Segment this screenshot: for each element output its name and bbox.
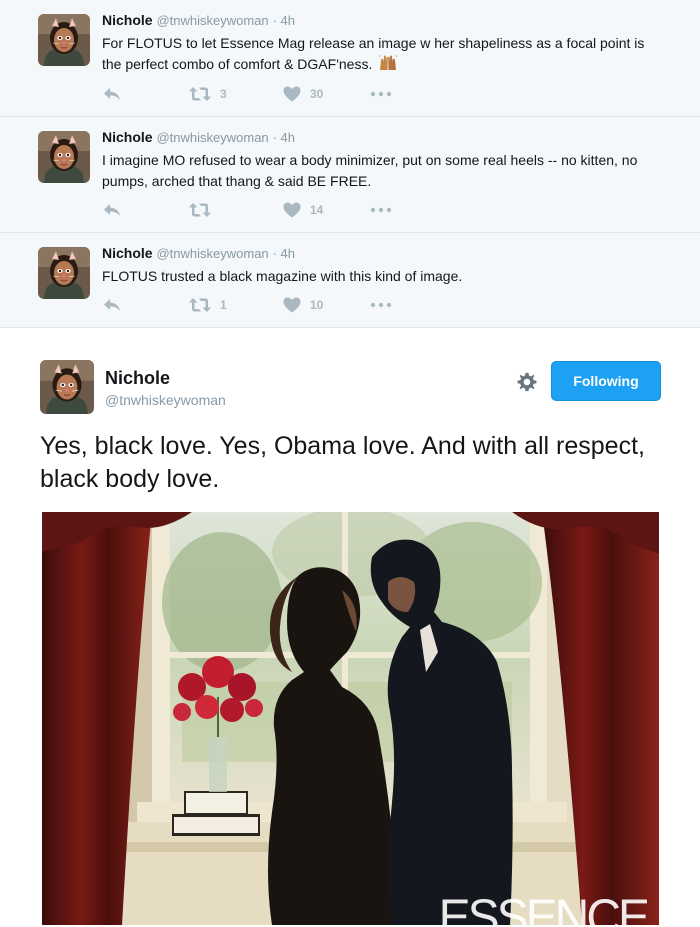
author-handle[interactable]: @tnwhiskeywoman (156, 130, 268, 145)
essence-watermark: ESSENCE (439, 889, 649, 925)
retweet-button[interactable]: 3 (188, 84, 227, 104)
author-handle[interactable]: @tnwhiskeywoman (156, 246, 268, 261)
like-count: 14 (310, 203, 324, 217)
more-icon (370, 90, 392, 98)
main-tweet: Nichole @tnwhiskeywoman Following Yes, b… (0, 328, 700, 927)
heart-icon (282, 295, 302, 315)
author-handle[interactable]: @tnwhiskeywoman (105, 392, 226, 408)
reply-icon (102, 84, 122, 104)
tweet-text-content: For FLOTUS to let Essence Mag release an… (102, 35, 645, 72)
heart-icon (282, 200, 302, 220)
more-icon (370, 206, 392, 214)
reply-tweet[interactable]: Nichole @tnwhiskeywoman · 4h FLOTUS trus… (0, 233, 700, 328)
retweet-icon (188, 84, 212, 104)
tweet-text: For FLOTUS to let Essence Mag release an… (102, 33, 662, 75)
like-button[interactable]: 14 (282, 200, 323, 220)
author-name[interactable]: Nichole (102, 245, 153, 261)
tweet-timestamp[interactable]: · 4h (273, 130, 295, 145)
like-count: 30 (310, 87, 324, 101)
author-name[interactable]: Nichole (102, 12, 153, 28)
tweet-text: I imagine MO refused to wear a body mini… (102, 152, 638, 189)
retweet-icon (188, 295, 212, 315)
retweet-count: 3 (220, 87, 227, 101)
reply-tweet[interactable]: Nichole @tnwhiskeywoman · 4h For FLOTUS … (0, 0, 700, 117)
reply-icon (102, 295, 122, 315)
heart-icon (282, 84, 302, 104)
like-count: 10 (310, 298, 324, 312)
gear-icon[interactable] (516, 371, 538, 393)
tweet-actions: 3 30 (102, 84, 402, 104)
retweet-button[interactable]: 1 (188, 295, 227, 315)
avatar[interactable] (38, 131, 90, 183)
more-icon (370, 301, 392, 309)
author-name[interactable]: Nichole (105, 368, 170, 389)
tweet-photo[interactable]: ESSENCE (42, 512, 659, 925)
reply-icon (102, 200, 122, 220)
following-button[interactable]: Following (551, 361, 661, 401)
tweet-actions: 14 (102, 200, 402, 220)
tweet-timestamp[interactable]: · 4h (273, 246, 295, 261)
photo-artwork: ESSENCE (42, 512, 659, 925)
more-button[interactable] (370, 295, 392, 315)
raised-hands-emoji (378, 54, 398, 70)
tweet-timestamp[interactable]: · 4h (273, 13, 295, 28)
more-button[interactable] (370, 84, 392, 104)
like-button[interactable]: 30 (282, 84, 323, 104)
tweet-header: Nichole @tnwhiskeywoman · 4h (102, 245, 295, 261)
tweet-actions: 1 10 (102, 295, 402, 315)
reply-button[interactable] (102, 200, 122, 220)
reply-tweet[interactable]: Nichole @tnwhiskeywoman · 4h I imagine M… (0, 117, 700, 233)
retweet-count: 1 (220, 298, 227, 312)
retweet-button[interactable] (188, 200, 220, 220)
avatar[interactable] (40, 360, 94, 414)
more-button[interactable] (370, 200, 392, 220)
retweet-icon (188, 200, 212, 220)
reply-button[interactable] (102, 295, 122, 315)
reply-button[interactable] (102, 84, 122, 104)
avatar[interactable] (38, 247, 90, 299)
tweet-text: Yes, black love. Yes, Obama love. And wi… (40, 432, 645, 493)
author-name[interactable]: Nichole (102, 129, 153, 145)
tweet-text: FLOTUS trusted a black magazine with thi… (102, 268, 463, 284)
tweet-header: Nichole @tnwhiskeywoman · 4h (102, 12, 295, 28)
avatar[interactable] (38, 14, 90, 66)
author-handle[interactable]: @tnwhiskeywoman (156, 13, 268, 28)
like-button[interactable]: 10 (282, 295, 323, 315)
tweet-header: Nichole @tnwhiskeywoman · 4h (102, 129, 295, 145)
